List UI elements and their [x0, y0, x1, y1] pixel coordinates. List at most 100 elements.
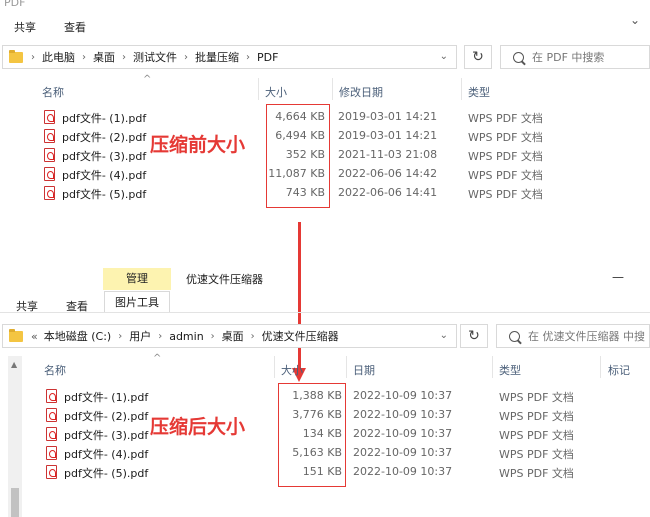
column-divider[interactable]	[332, 78, 333, 100]
file-type: WPS PDF 文档	[499, 410, 574, 423]
file-name: pdf文件- (2).pdf	[64, 410, 149, 423]
breadcrumb-admin[interactable]: admin	[169, 330, 203, 343]
search-icon	[513, 51, 524, 63]
tab-picture-tools[interactable]: 图片工具	[104, 291, 170, 313]
column-header-type[interactable]: 类型	[499, 362, 521, 378]
column-header-tag[interactable]: 标记	[608, 362, 630, 378]
file-type: WPS PDF 文档	[468, 131, 543, 144]
window-title: 优速文件压缩器	[186, 273, 263, 286]
file-name: pdf文件- (5).pdf	[62, 188, 147, 201]
file-type: WPS PDF 文档	[499, 391, 574, 404]
file-type: WPS PDF 文档	[499, 448, 574, 461]
column-header-date[interactable]: 日期	[353, 362, 375, 378]
file-date: 2019-03-01 14:21	[338, 129, 438, 142]
breadcrumb-batch-compress[interactable]: 批量压缩	[195, 49, 239, 65]
column-header-name[interactable]: 名称	[42, 84, 64, 100]
chevron-right-icon: ›	[82, 51, 86, 63]
size-highlight-box-before	[266, 104, 330, 208]
breadcrumb-desktop[interactable]: 桌面	[222, 328, 244, 344]
column-header-date[interactable]: 修改日期	[339, 84, 383, 100]
annotation-after-size: 压缩后大小	[150, 416, 246, 438]
folder-icon	[9, 328, 23, 342]
tab-view[interactable]: 查看	[64, 19, 86, 35]
pdf-file-icon	[44, 167, 55, 181]
file-type: WPS PDF 文档	[468, 112, 543, 125]
file-name: pdf文件- (3).pdf	[64, 429, 149, 442]
file-name: pdf文件- (4).pdf	[64, 448, 149, 461]
folder-icon	[9, 49, 23, 63]
size-highlight-box-after	[278, 383, 346, 487]
sort-indicator-icon: ^	[153, 353, 162, 364]
pdf-file-icon	[44, 129, 55, 143]
chevron-right-icon: ›	[184, 51, 188, 63]
pdf-file-icon	[44, 186, 55, 200]
breadcrumb-local-disk[interactable]: 本地磁盘 (C:)	[44, 328, 111, 344]
file-date: 2022-06-06 14:41	[338, 186, 438, 199]
file-type: WPS PDF 文档	[468, 188, 543, 201]
breadcrumb-overflow[interactable]: «	[31, 330, 38, 343]
column-divider[interactable]	[461, 78, 462, 100]
ribbon-expand-icon[interactable]: ⌄	[630, 13, 640, 27]
pdf-file-icon	[46, 427, 57, 441]
search-icon	[509, 330, 520, 342]
chevron-right-icon: ›	[246, 51, 250, 63]
chevron-right-icon: ›	[250, 330, 255, 342]
column-header-name[interactable]: 名称	[44, 362, 66, 378]
chevron-right-icon: ›	[210, 330, 215, 342]
column-divider[interactable]	[346, 356, 347, 378]
annotation-before-size: 压缩前大小	[150, 134, 246, 156]
column-divider[interactable]	[600, 356, 601, 378]
file-name: pdf文件- (2).pdf	[62, 131, 147, 144]
refresh-button[interactable]: ↻	[464, 45, 492, 69]
address-dropdown-icon[interactable]: ⌄	[440, 51, 448, 62]
pdf-file-icon	[44, 148, 55, 162]
chevron-right-icon: ›	[31, 51, 35, 63]
refresh-icon: ↻	[468, 328, 480, 344]
minimize-icon[interactable]: —	[612, 270, 624, 284]
breadcrumb-test-files[interactable]: 测试文件	[133, 49, 177, 65]
pdf-file-icon	[46, 446, 57, 460]
file-name: pdf文件- (1).pdf	[62, 112, 147, 125]
breadcrumb-pdf[interactable]: PDF	[257, 51, 278, 64]
column-header-type[interactable]: 类型	[468, 84, 490, 100]
tab-manage[interactable]: 管理	[103, 268, 171, 290]
search-input[interactable]: 在 PDF 中搜索	[500, 45, 650, 69]
scrollbar-thumb[interactable]	[11, 488, 19, 517]
address-bar[interactable]: › 此电脑 › 桌面 › 测试文件 › 批量压缩 › PDF ⌄	[2, 45, 457, 69]
search-input[interactable]: 在 优速文件压缩器 中搜	[496, 324, 650, 348]
scroll-up-icon[interactable]: ▲	[11, 360, 17, 369]
chevron-right-icon: ›	[122, 51, 126, 63]
tab-share[interactable]: 共享	[14, 19, 36, 35]
file-date: 2022-10-09 10:37	[353, 389, 453, 402]
column-header-size[interactable]: 大小	[265, 84, 287, 100]
window-title: PDF	[4, 0, 26, 9]
refresh-icon: ↻	[472, 49, 484, 65]
column-divider[interactable]	[258, 78, 259, 100]
vertical-scrollbar[interactable]: ▲	[8, 356, 22, 517]
refresh-button[interactable]: ↻	[460, 324, 488, 348]
file-type: WPS PDF 文档	[499, 429, 574, 442]
file-date: 2022-10-09 10:37	[353, 465, 453, 478]
column-divider[interactable]	[274, 356, 275, 378]
column-header-size[interactable]: 大小	[281, 362, 303, 378]
breadcrumb-this-pc[interactable]: 此电脑	[42, 49, 75, 65]
file-name: pdf文件- (5).pdf	[64, 467, 149, 480]
pdf-file-icon	[46, 408, 57, 422]
pdf-file-icon	[46, 465, 57, 479]
breadcrumb-desktop[interactable]: 桌面	[93, 49, 115, 65]
file-type: WPS PDF 文档	[468, 150, 543, 163]
pdf-file-icon	[46, 389, 57, 403]
file-name: pdf文件- (3).pdf	[62, 150, 147, 163]
file-date: 2022-10-09 10:37	[353, 408, 453, 421]
address-dropdown-icon[interactable]: ⌄	[440, 330, 448, 341]
sort-indicator-icon: ^	[143, 74, 152, 85]
file-date: 2022-10-09 10:37	[353, 446, 453, 459]
file-date: 2019-03-01 14:21	[338, 110, 438, 123]
column-divider[interactable]	[492, 356, 493, 378]
address-bar[interactable]: « 本地磁盘 (C:) › 用户 › admin › 桌面 › 优速文件压缩器 …	[2, 324, 457, 348]
breadcrumb-compressor-folder[interactable]: 优速文件压缩器	[262, 328, 339, 344]
file-date: 2022-10-09 10:37	[353, 427, 453, 440]
breadcrumb-users[interactable]: 用户	[129, 328, 151, 344]
file-date: 2022-06-06 14:42	[338, 167, 438, 180]
ribbon-divider	[0, 312, 650, 313]
